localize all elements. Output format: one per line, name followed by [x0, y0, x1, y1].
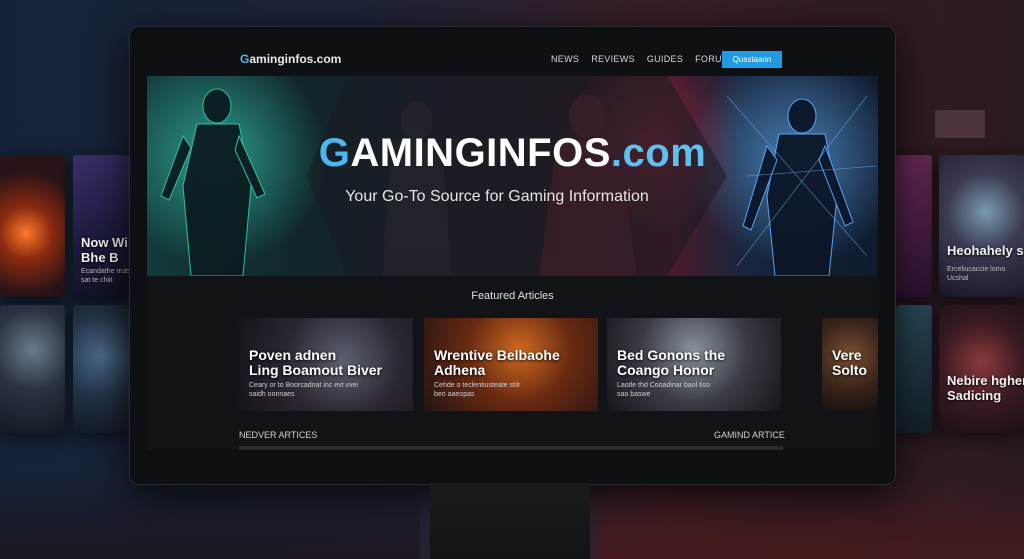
logo-accent-letter: G — [240, 52, 250, 66]
card-subtitle: Cehde o teclentiusteate stilr beo aaeopa… — [434, 382, 521, 398]
nav-link-news[interactable]: NEWS — [551, 54, 579, 64]
background-tile — [896, 305, 932, 433]
featured-article-card[interactable]: Vere Solto — [822, 318, 878, 411]
background-tile-subtitle: Erceliucaccie lomo Ucshal — [947, 266, 1006, 282]
nav-cta-button[interactable]: Qusstaaon — [722, 51, 782, 68]
hero-banner: GAMINGINFOS.com Your Go-To Source for Ga… — [147, 76, 878, 276]
featured-article-card[interactable]: Wrentive Belbaohe Adhena Cehde o teclent… — [424, 318, 598, 411]
nav-links: NEWS REVIEWS GUIDES FORUMS — [551, 54, 736, 64]
monitor-stand — [430, 483, 590, 559]
background-tile-title: Nebire hgher Sadicing — [947, 373, 1024, 403]
top-nav: Gaminginfos.com NEWS REVIEWS GUIDES FORU… — [147, 42, 878, 76]
background-tile — [896, 155, 932, 297]
background-tile — [0, 155, 65, 297]
hero-artwork — [147, 76, 878, 276]
background-tile — [73, 305, 129, 433]
site-logo[interactable]: Gaminginfos.com — [240, 52, 341, 66]
hero-title-main: AMINGINFOS — [350, 131, 611, 175]
background-tile: Heohahely s Erceliucaccie lomo Ucshal — [939, 155, 1024, 297]
background-tile: Nebire hgher Sadicing — [939, 305, 1024, 433]
hero-title-accent: G — [318, 131, 351, 175]
article-strip — [239, 446, 783, 450]
website-screen: Gaminginfos.com NEWS REVIEWS GUIDES FORU… — [147, 42, 878, 450]
gaming-article-heading[interactable]: GAMIND ARTICE — [714, 430, 785, 440]
background-tile: Now Wi Bhe B Ecandathe rrutse sat te chi… — [73, 155, 129, 297]
card-title: Vere Solto — [832, 347, 867, 378]
featured-heading: Featured Articles — [471, 290, 554, 302]
nav-link-guides[interactable]: GUIDES — [647, 54, 683, 64]
card-title: Poven adnen Ling Boamout Biver — [249, 347, 383, 378]
newer-articles-heading[interactable]: NEDVER ARTICES — [239, 430, 317, 440]
hero-title: GAMINGINFOS.com — [147, 131, 878, 176]
hero-subtitle: Your Go-To Source for Gaming Information — [345, 188, 649, 205]
background-tile-title: Heohahely s — [947, 243, 1024, 258]
card-title: Wrentive Belbaohe Adhena — [434, 347, 560, 378]
featured-article-card[interactable]: Bed Gonons the Coango Honor Laotle thd C… — [607, 318, 781, 411]
background-decoration — [935, 110, 985, 138]
card-subtitle: Laotle thd Cooadinar baol tiso sao baswe — [617, 382, 711, 398]
card-subtitle: Ceary or to Boorcadnat inc evt vvei said… — [249, 382, 358, 398]
hero-title-domain: .com — [610, 131, 707, 175]
logo-text: aminginfos.com — [249, 52, 342, 66]
card-title: Bed Gonons the Coango Honor — [617, 347, 726, 378]
featured-article-card[interactable]: Poven adnen Ling Boamout Biver Ceary or … — [239, 318, 413, 411]
background-tile — [0, 305, 65, 433]
nav-link-reviews[interactable]: REVIEWS — [591, 54, 635, 64]
background-tile-title: Now Wi Bhe B — [81, 235, 128, 265]
background-tile-subtitle: Ecandathe rrutse sat te chiit — [81, 268, 129, 284]
